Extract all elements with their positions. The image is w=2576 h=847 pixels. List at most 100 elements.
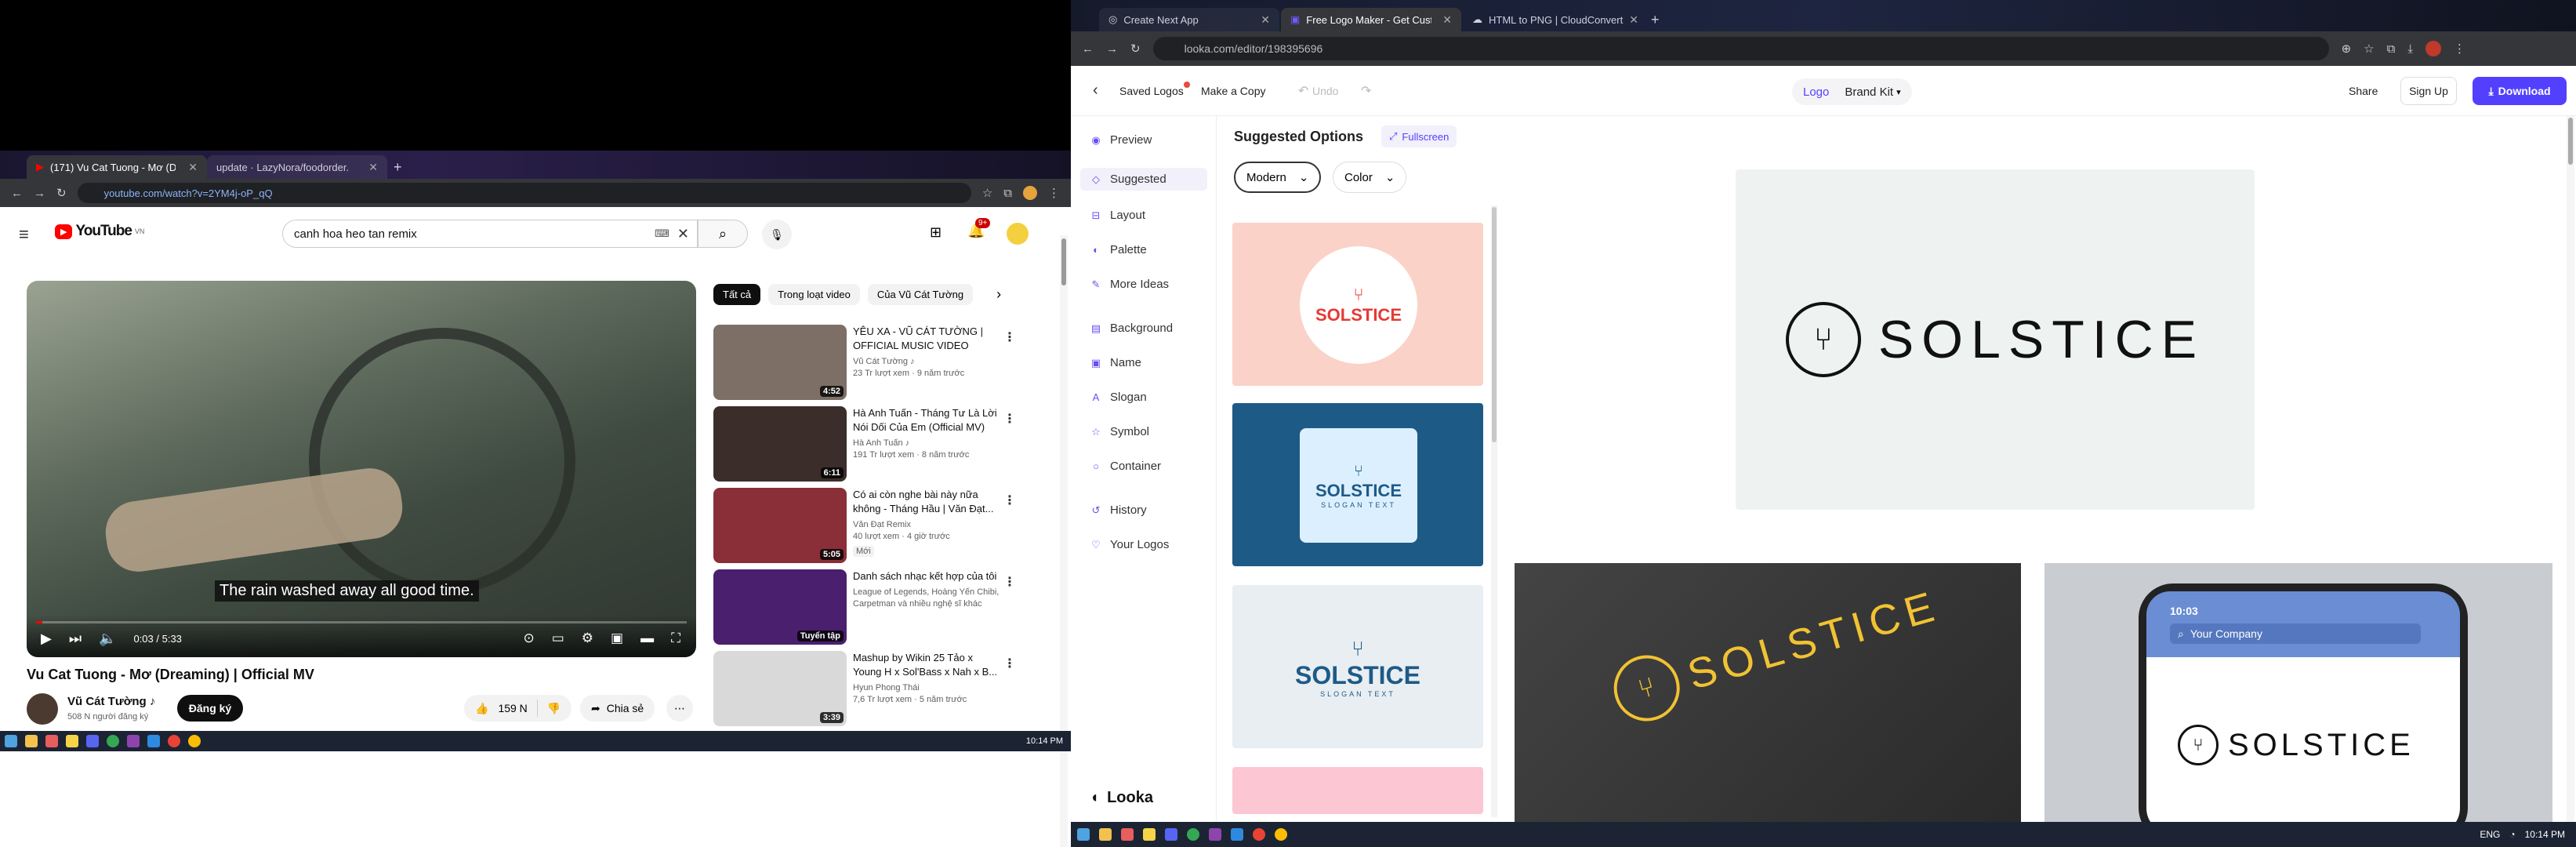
volume-icon[interactable]: 🔈 — [99, 631, 116, 647]
language-indicator[interactable]: ENG — [2480, 829, 2500, 840]
mockup-phone[interactable]: 10:03 ⌕ Your Company ⑂ SOLSTICE — [2044, 563, 2552, 842]
sidebar-item-suggested[interactable]: ◇ Suggested — [1080, 168, 1207, 191]
autoplay-toggle[interactable]: ⊙ — [523, 631, 534, 646]
list-item[interactable]: 4:52 YÊU XA - VŨ CÁT TƯỜNG | OFFICIAL MU… — [713, 325, 1027, 400]
close-tab-icon[interactable]: ✕ — [1261, 13, 1270, 27]
tab-github[interactable]: update · LazyNora/foodorder... ✕ — [207, 155, 387, 179]
video-title[interactable]: YÊU XA - VŨ CÁT TƯỜNG | OFFICIAL MUSIC V… — [853, 325, 1002, 353]
share-link[interactable]: Share — [2349, 85, 2378, 97]
sidebar-item-name[interactable]: ▣ Name — [1090, 356, 1141, 369]
chrome-icon[interactable] — [107, 735, 119, 747]
new-tab-button[interactable]: + — [387, 155, 408, 179]
keyboard-icon[interactable]: ⌨ — [655, 227, 669, 240]
star-icon[interactable]: ☆ — [2364, 42, 2374, 56]
profile-avatar[interactable] — [1023, 186, 1037, 200]
sidebar-item-palette[interactable]: ◐ Palette — [1090, 243, 1147, 256]
progress-bar[interactable] — [36, 621, 687, 623]
wifi-icon[interactable]: ◔ — [2509, 829, 2515, 840]
star-icon[interactable]: ☆ — [982, 186, 992, 200]
more-icon[interactable]: ⋮ — [1003, 493, 1016, 508]
like-icon[interactable]: 👍 — [475, 702, 488, 715]
url-field[interactable]: looka.com/editor/198395696 — [1152, 37, 2329, 60]
reload-icon[interactable]: ↻ — [1130, 42, 1141, 56]
youtube-logo[interactable]: ▶ YouTube VN — [55, 223, 144, 240]
media-icon[interactable] — [45, 735, 58, 747]
logo-option-card[interactable]: ⑂ SOLSTICE — [1232, 223, 1483, 386]
download-button[interactable]: ⤓ Download — [2473, 77, 2567, 105]
url-field[interactable]: youtube.com/watch?v=2YM4j-oP_qQ — [77, 183, 971, 203]
redo-icon[interactable]: ↷ — [1361, 83, 1371, 99]
back-icon[interactable]: ← — [11, 187, 23, 200]
forward-icon[interactable]: → — [34, 187, 45, 200]
file-explorer-icon[interactable] — [1099, 828, 1112, 841]
search-input[interactable]: canh hoa heo tan remix — [294, 227, 655, 241]
discord-icon[interactable] — [86, 735, 99, 747]
sign-up-button[interactable]: Sign Up — [2400, 77, 2457, 105]
create-video-icon[interactable]: ⊞ — [930, 224, 942, 241]
logo-option-card[interactable] — [1232, 767, 1483, 814]
tab-looka[interactable]: ▣ Free Logo Maker - Get Custom... ✕ — [1281, 8, 1461, 31]
close-tab-icon[interactable]: ✕ — [368, 161, 378, 174]
video-title[interactable]: Có ai còn nghe bài này nữa không - Tháng… — [853, 488, 1002, 516]
sidebar-item-preview[interactable]: ◉ Preview — [1090, 133, 1152, 147]
more-icon[interactable]: ⋮ — [1003, 656, 1016, 671]
dislike-icon[interactable]: 👎 — [547, 702, 561, 715]
thumbnail[interactable]: 3:39 — [713, 651, 847, 726]
clear-search-icon[interactable]: ✕ — [677, 226, 689, 242]
menu-icon[interactable]: ⋮ — [1048, 186, 1060, 200]
chrome-alt-icon[interactable] — [1253, 828, 1265, 841]
thumbnail[interactable]: 6:11 — [713, 406, 847, 482]
vscode-icon[interactable] — [147, 735, 160, 747]
channel-name[interactable]: Văn Đạt Remix — [853, 519, 1010, 531]
search-button[interactable]: ⌕ — [698, 220, 748, 248]
video-title[interactable]: Mashup by Wikin 25 Tảo x Young H x Sol'B… — [853, 651, 1002, 679]
folder-icon[interactable] — [66, 735, 78, 747]
logo-option-card[interactable]: ⑂ SOLSTICE SLOGAN TEXT — [1232, 403, 1483, 566]
mockup-business-card[interactable]: ⑂ SOLSTICE — [1515, 563, 2021, 822]
back-arrow-icon[interactable]: ‹ — [1093, 82, 1098, 100]
share-button[interactable]: ➦ Chia sẻ — [580, 695, 655, 722]
channel-name[interactable]: Vũ Cát Tường ♪ — [853, 356, 1010, 368]
miniplayer-icon[interactable]: ▣ — [611, 631, 623, 646]
chip-series[interactable]: Trong loạt video — [768, 284, 860, 305]
next-icon[interactable]: ⏭ — [69, 631, 82, 647]
close-tab-icon[interactable]: ✕ — [1629, 13, 1638, 27]
list-item[interactable]: 3:39 Mashup by Wikin 25 Tảo x Young H x … — [713, 651, 1027, 726]
color-filter-select[interactable]: Color ⌄ — [1333, 162, 1407, 193]
tab-youtube[interactable]: ▶ (171) Vu Cat Tuong - Mơ (Dre... ✕ — [27, 155, 207, 179]
subscribe-button[interactable]: Đăng ký — [177, 695, 243, 722]
sidebar-item-your-logos[interactable]: ♡ Your Logos — [1090, 538, 1169, 551]
list-item[interactable]: 6:11 Hà Anh Tuấn - Tháng Tư Là Lời Nói D… — [713, 406, 1027, 482]
page-scrollbar[interactable] — [1060, 235, 1068, 847]
file-explorer-icon[interactable] — [25, 735, 38, 747]
video-player[interactable]: The rain washed away all good time. ▶ ⏭ … — [27, 281, 696, 657]
thumbnail[interactable]: 5:05 — [713, 488, 847, 563]
thumbnail[interactable]: 4:52 — [713, 325, 847, 400]
sidebar-item-background[interactable]: ▤ Background — [1090, 322, 1173, 335]
logo-option-card[interactable]: ⑂ SOLSTICE SLOGAN TEXT — [1232, 585, 1483, 748]
settings-gear-icon[interactable]: ⚙ — [582, 631, 593, 646]
sidebar-item-container[interactable]: ○ Container — [1090, 460, 1161, 473]
chip-channel[interactable]: Của Vũ Cát Tường — [867, 284, 974, 305]
extensions-icon[interactable]: ⧉ — [1003, 187, 1012, 200]
visual-studio-icon[interactable] — [1209, 828, 1221, 841]
voice-search-button[interactable]: 🎙 — [762, 220, 792, 249]
chip-next-icon[interactable]: › — [996, 286, 1001, 303]
forward-icon[interactable]: → — [1106, 42, 1118, 56]
tab-cloudconvert[interactable]: ☁ HTML to PNG | CloudConvert ✕ — [1463, 8, 1643, 31]
sidebar-item-history[interactable]: ↺ History — [1090, 503, 1147, 517]
more-icon[interactable]: ⋮ — [1003, 411, 1016, 427]
media-icon[interactable] — [1121, 828, 1134, 841]
saved-logos-link[interactable]: Saved Logos — [1119, 85, 1184, 97]
fullscreen-button[interactable]: ⤢ Fullscreen — [1381, 125, 1457, 147]
play-icon[interactable]: ▶ — [41, 631, 52, 647]
close-tab-icon[interactable]: ✕ — [188, 161, 198, 174]
sidebar-item-more-ideas[interactable]: ✎ More Ideas — [1090, 278, 1170, 291]
more-icon[interactable]: ⋮ — [1003, 329, 1016, 345]
install-icon[interactable]: ⊕ — [2342, 42, 2352, 56]
visual-studio-icon[interactable] — [127, 735, 140, 747]
more-icon[interactable]: ⋮ — [1003, 574, 1016, 590]
close-tab-icon[interactable]: ✕ — [1442, 13, 1452, 27]
chrome-active-icon[interactable] — [1275, 828, 1287, 841]
channel-name[interactable]: Hyun Phong Thái — [853, 682, 1010, 694]
